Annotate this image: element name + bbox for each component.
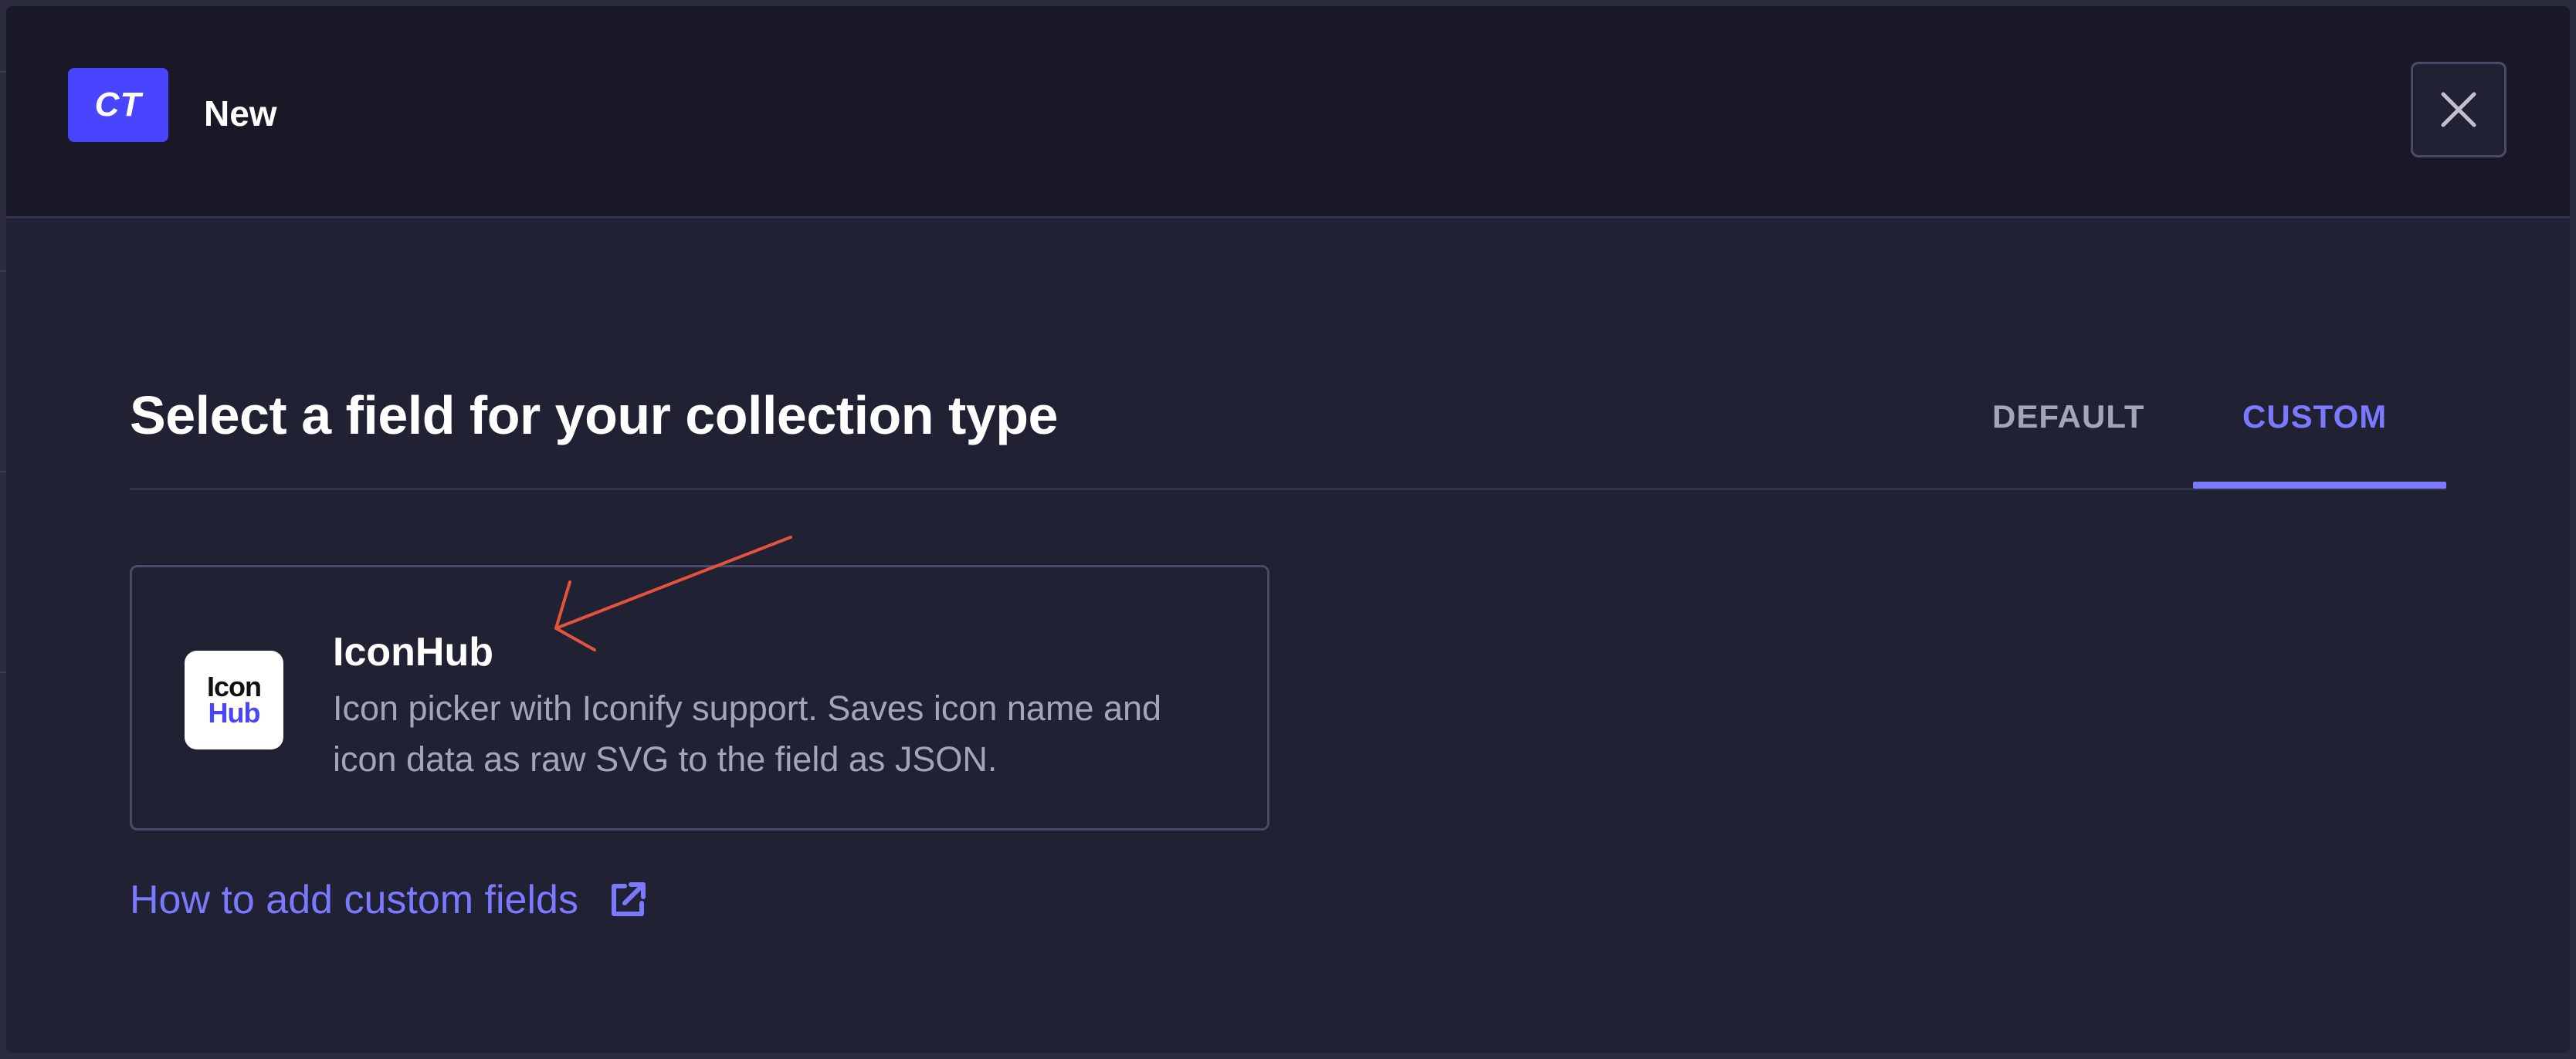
add-field-modal: CT New Select a field for your collectio… <box>6 6 2570 1053</box>
modal-title: New <box>204 93 277 134</box>
field-description: Icon picker with Iconify support. Saves … <box>333 689 1162 779</box>
close-icon <box>2441 92 2476 127</box>
tabs-divider <box>130 488 2446 490</box>
close-button[interactable] <box>2411 62 2507 157</box>
field-card-iconhub[interactable]: Icon Hub IconHub Icon picker with Iconif… <box>130 565 1269 831</box>
tab-custom[interactable]: CUSTOM <box>2242 398 2387 435</box>
logo-text-top: Icon <box>206 670 262 702</box>
active-tab-indicator <box>2193 482 2446 489</box>
field-name: IconHub <box>333 630 493 675</box>
logo-text-bottom: Hub <box>208 697 261 729</box>
iconhub-logo: Icon Hub <box>185 651 283 749</box>
help-link-label: How to add custom fields <box>130 878 578 922</box>
custom-fields-help-link[interactable]: How to add custom fields <box>130 877 649 923</box>
modal-header: CT New <box>6 6 2570 218</box>
external-link-icon <box>611 882 646 916</box>
tab-default[interactable]: DEFAULT <box>1992 398 2145 435</box>
collection-type-badge: CT <box>68 68 168 142</box>
section-title: Select a field for your collection type <box>130 385 1058 445</box>
